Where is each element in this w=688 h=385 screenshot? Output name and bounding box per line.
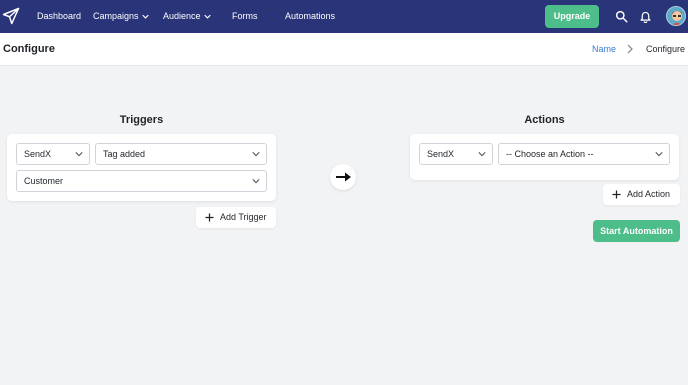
breadcrumb-link-name[interactable]: Name: [592, 44, 616, 54]
nav-automations[interactable]: Automations: [285, 0, 335, 33]
nav-campaigns-label: Campaigns: [93, 11, 139, 21]
actions-title: Actions: [524, 114, 565, 126]
chevron-down-icon: [75, 152, 83, 157]
add-trigger-label: Add Trigger: [220, 212, 267, 222]
chevron-down-icon: [252, 179, 260, 184]
action-type-value: -- Choose an Action --: [506, 149, 594, 159]
trigger-event-select[interactable]: Tag added: [95, 143, 267, 165]
page-header: Configure Name Configure: [0, 33, 688, 66]
trigger-source-select[interactable]: SendX: [16, 143, 90, 165]
chevron-down-icon: [203, 14, 211, 19]
nav-forms[interactable]: Forms: [232, 0, 258, 33]
chevron-down-icon: [252, 152, 260, 157]
paper-plane-icon[interactable]: [2, 7, 20, 25]
avatar-face-icon: [672, 11, 682, 25]
action-type-select[interactable]: -- Choose an Action --: [498, 143, 670, 165]
add-trigger-button[interactable]: Add Trigger: [196, 207, 276, 228]
start-automation-button[interactable]: Start Automation: [593, 220, 680, 242]
add-action-button[interactable]: Add Action: [603, 184, 680, 205]
triggers-card: SendX Tag added Customer: [7, 134, 276, 201]
trigger-value-value: Customer: [24, 176, 64, 186]
chevron-down-icon: [655, 152, 663, 157]
nav-audience[interactable]: Audience: [163, 0, 211, 33]
avatar[interactable]: [666, 6, 686, 26]
chevron-right-icon: [627, 44, 633, 54]
chevron-down-icon: [141, 14, 149, 19]
flow-arrow: [330, 164, 356, 190]
add-action-label: Add Action: [627, 189, 671, 199]
chevron-down-icon: [478, 152, 486, 157]
search-icon[interactable]: [615, 10, 628, 23]
nav-dashboard[interactable]: Dashboard: [37, 0, 81, 33]
plus-icon: [612, 190, 621, 199]
trigger-value-select[interactable]: Customer: [16, 170, 267, 192]
nav-campaigns[interactable]: Campaigns: [93, 0, 149, 33]
upgrade-button[interactable]: Upgrade: [545, 5, 599, 28]
breadcrumb-current: Configure: [646, 44, 686, 54]
arrow-right-icon: [336, 172, 351, 182]
nav-audience-label: Audience: [163, 11, 201, 21]
action-source-value: SendX: [427, 149, 455, 159]
top-navbar: Dashboard Campaigns Audience Forms Autom…: [0, 0, 688, 33]
page-title: Configure: [3, 43, 55, 55]
plus-icon: [205, 213, 214, 222]
bell-icon[interactable]: [639, 10, 652, 23]
triggers-title: Triggers: [119, 114, 164, 126]
actions-card: SendX -- Choose an Action --: [410, 134, 679, 180]
trigger-source-value: SendX: [24, 149, 52, 159]
action-source-select[interactable]: SendX: [419, 143, 493, 165]
trigger-event-value: Tag added: [103, 149, 146, 159]
